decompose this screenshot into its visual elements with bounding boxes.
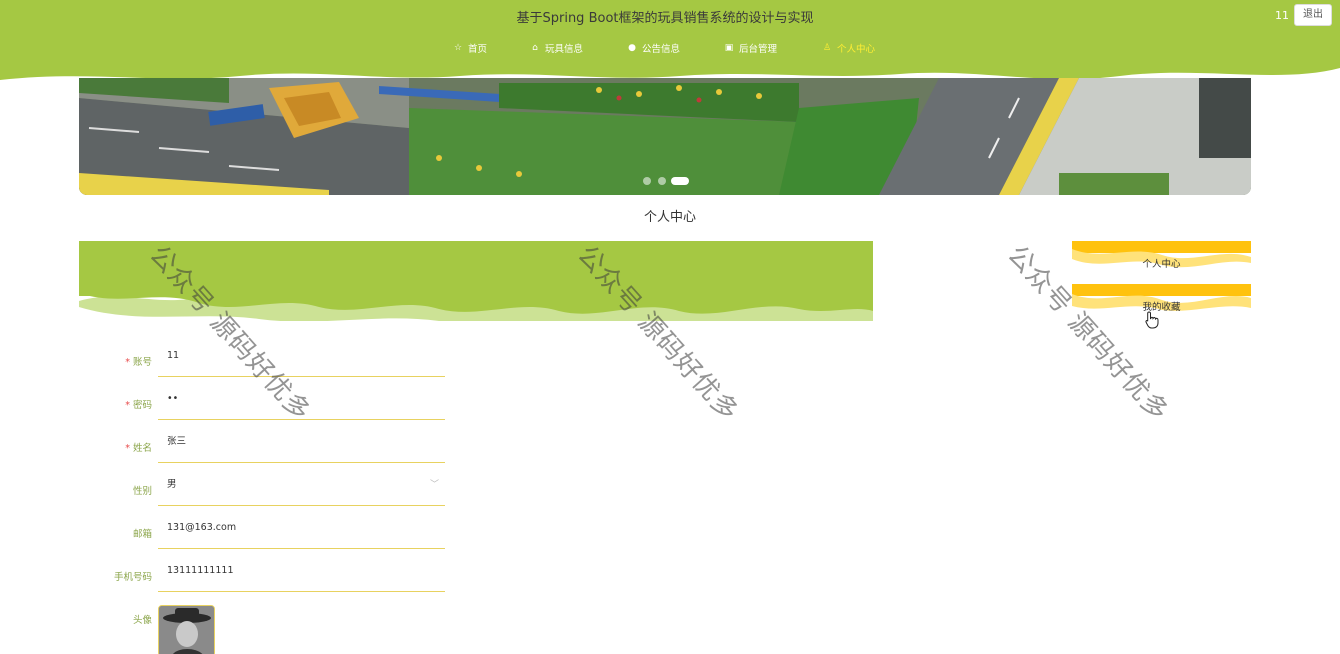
logout-button[interactable]: 退出 xyxy=(1294,4,1332,26)
avatar-upload[interactable] xyxy=(158,605,215,654)
form-row-account: * 账号 11 xyxy=(79,341,445,377)
form-row-phone: 手机号码 13111111111 xyxy=(79,556,445,592)
account-input[interactable]: 11 xyxy=(158,341,445,377)
phone-input[interactable]: 13111111111 xyxy=(158,556,445,592)
nav-item-label: 玩具信息 xyxy=(545,44,584,55)
email-label: 邮箱 xyxy=(132,529,152,540)
profile-panel-header xyxy=(79,241,873,321)
gender-label: 性别 xyxy=(132,486,152,497)
email-input[interactable]: 131@163.com xyxy=(158,513,445,549)
current-username: 11 xyxy=(1275,9,1289,22)
gender-select[interactable]: 男 ﹀ xyxy=(158,470,445,506)
nav-item-label: 后台管理 xyxy=(739,44,778,55)
carousel-dot-1[interactable] xyxy=(643,177,651,185)
form-row-name: * 姓名 张三 xyxy=(79,427,445,463)
side-menu-profile[interactable]: 个人中心 xyxy=(1072,241,1251,271)
top-header: 基于Spring Boot框架的玩具销售系统的设计与实现 11 退出 ☆ 首页 … xyxy=(0,0,1340,90)
password-input[interactable]: •• xyxy=(158,384,445,420)
name-label: * 姓名 xyxy=(125,443,152,454)
side-menu-favorites[interactable]: 我的收藏 xyxy=(1072,284,1251,314)
name-input[interactable]: 张三 xyxy=(158,427,445,463)
account-label: * 账号 xyxy=(125,357,152,368)
star-icon: ☆ xyxy=(453,43,463,53)
hand-pointer-icon xyxy=(1145,311,1159,329)
carousel-dot-3[interactable] xyxy=(671,177,689,185)
nav-item-admin[interactable]: ▣ 后台管理 xyxy=(724,40,777,56)
carousel-dot-2[interactable] xyxy=(658,177,666,185)
avatar-image xyxy=(159,606,214,654)
page: 基于Spring Boot框架的玩具销售系统的设计与实现 11 退出 ☆ 首页 … xyxy=(0,0,1340,654)
avatar-label: 头像 xyxy=(132,615,152,626)
form-row-gender: 性别 男 ﹀ xyxy=(79,470,445,506)
nav-item-label: 公告信息 xyxy=(642,44,681,55)
gender-selected-value: 男 xyxy=(167,479,177,490)
password-label: * 密码 xyxy=(125,400,152,411)
side-menu-label: 个人中心 xyxy=(1142,259,1181,270)
section-title: 个人中心 xyxy=(643,210,696,225)
bag-icon: ⌂ xyxy=(532,43,538,53)
main-nav: ☆ 首页 ⌂ 玩具信息 ● 公告信息 ▣ 后台管理 ♙ 个人中心 xyxy=(0,40,1340,56)
site-title: 基于Spring Boot框架的玩具销售系统的设计与实现 xyxy=(516,11,814,26)
user-icon: ♙ xyxy=(822,43,832,53)
info-icon: ● xyxy=(628,43,636,53)
form-row-email: 邮箱 131@163.com xyxy=(79,513,445,549)
chevron-down-icon: ﹀ xyxy=(429,480,439,490)
nav-item-label: 个人中心 xyxy=(837,44,876,55)
nav-item-label: 首页 xyxy=(468,44,488,55)
form-row-password: * 密码 •• xyxy=(79,384,445,420)
nav-item-notices[interactable]: ● 公告信息 xyxy=(627,40,680,56)
side-menu-label: 我的收藏 xyxy=(1142,302,1181,313)
nav-item-toys[interactable]: ⌂ 玩具信息 xyxy=(530,40,583,56)
nav-item-profile[interactable]: ♙ 个人中心 xyxy=(822,40,875,56)
nav-item-home[interactable]: ☆ 首页 xyxy=(453,40,487,56)
form-row-avatar: 头像 xyxy=(79,599,445,635)
shop-icon: ▣ xyxy=(724,43,734,53)
phone-label: 手机号码 xyxy=(113,572,152,583)
